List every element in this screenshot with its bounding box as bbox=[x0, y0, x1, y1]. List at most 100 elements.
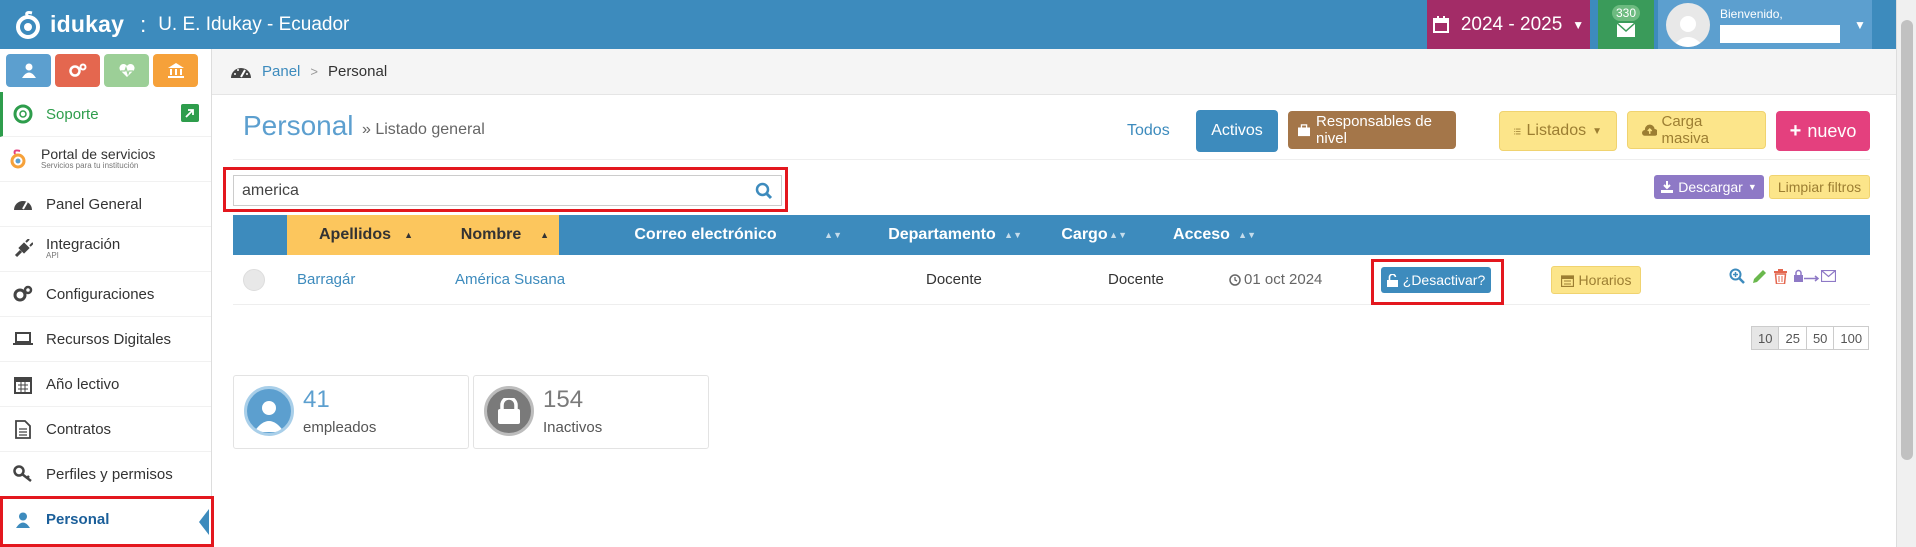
column-header-label: Acceso bbox=[1173, 226, 1230, 243]
breadcrumb: Panel > Personal bbox=[212, 49, 1896, 95]
responsables-nivel-button[interactable]: Responsables de nivel bbox=[1288, 111, 1456, 149]
column-header-label: Correo electrónico bbox=[634, 226, 777, 243]
nuevo-label: nuevo bbox=[1807, 120, 1857, 141]
dashboard-icon bbox=[11, 192, 35, 216]
sidebar-item-configuraciones[interactable]: Configuraciones bbox=[0, 272, 211, 317]
dashboard-icon bbox=[231, 68, 251, 78]
listados-dropdown-button[interactable]: Listados ▼ bbox=[1499, 111, 1617, 151]
nuevo-button[interactable]: + nuevo bbox=[1776, 111, 1870, 151]
scrollbar-thumb[interactable] bbox=[1901, 20, 1913, 460]
desactivar-button[interactable]: ¿Desactivar? bbox=[1381, 267, 1491, 293]
stat-card-inactivos[interactable]: 154 Inactivos bbox=[473, 375, 709, 449]
breadcrumb-panel-link[interactable]: Panel bbox=[262, 63, 300, 80]
clock-icon bbox=[1229, 273, 1241, 286]
year-selector[interactable]: 2024 - 2025 ▼ bbox=[1427, 0, 1590, 49]
module-users-button[interactable] bbox=[6, 54, 51, 87]
column-header-nombre[interactable]: Nombre ▲ bbox=[423, 215, 559, 255]
sort-asc-icon: ▲ bbox=[540, 230, 549, 240]
user-menu[interactable]: Bienvenido, ▼ bbox=[1658, 0, 1872, 49]
external-link-icon[interactable] bbox=[181, 104, 199, 122]
briefcase-icon bbox=[1298, 123, 1311, 136]
horarios-label: Horarios bbox=[1578, 272, 1632, 288]
column-header-cargo[interactable]: Cargo ▲▼ bbox=[1032, 215, 1137, 255]
limpiar-filtros-button[interactable]: Limpiar filtros bbox=[1769, 175, 1870, 199]
unlock-icon bbox=[1386, 273, 1398, 287]
gears-icon bbox=[11, 282, 35, 306]
messages-button[interactable]: 330 bbox=[1598, 0, 1654, 49]
module-finance-button[interactable] bbox=[153, 54, 198, 87]
user-name-redacted bbox=[1720, 24, 1840, 43]
calendar-icon bbox=[1560, 274, 1574, 287]
cell-nombre[interactable]: América Susana bbox=[455, 271, 565, 288]
cloud-upload-icon bbox=[1642, 124, 1658, 136]
column-header-correo[interactable]: Correo electrónico ▲▼ bbox=[559, 215, 852, 255]
descargar-dropdown-button[interactable]: Descargar ▼ bbox=[1654, 175, 1764, 199]
highlight-personal-outline bbox=[0, 496, 214, 547]
stat-card-empleados[interactable]: 41 empleados bbox=[233, 375, 469, 449]
app-root: idukay : U. E. Idukay - Ecuador 2024 - 2… bbox=[0, 0, 1916, 547]
column-header-acceso[interactable]: Acceso ▲▼ bbox=[1137, 215, 1266, 255]
sidebar-item-panel-general[interactable]: Panel General bbox=[0, 182, 211, 227]
user-icon bbox=[21, 63, 36, 78]
column-header-label: Apellidos bbox=[318, 226, 391, 243]
column-header-label: Nombre bbox=[460, 226, 522, 243]
sort-icon: ▲▼ bbox=[824, 230, 842, 240]
welcome-text: Bienvenido, bbox=[1720, 6, 1783, 21]
gears-icon bbox=[68, 63, 86, 77]
page-scrollbar[interactable] bbox=[1896, 0, 1916, 547]
sidebar-item-sublabel: Servicios para tu institución bbox=[41, 161, 139, 171]
pencil-icon[interactable] bbox=[1752, 269, 1767, 284]
breadcrumb-current: Personal bbox=[327, 63, 388, 80]
lock-arrow-icon[interactable] bbox=[1794, 269, 1820, 283]
search-input[interactable]: america bbox=[233, 175, 782, 206]
plus-icon: + bbox=[1789, 119, 1802, 142]
sidebar-item-soporte[interactable]: Soporte bbox=[0, 92, 211, 137]
zoom-icon[interactable] bbox=[1729, 268, 1745, 284]
sidebar-item-perfiles-permisos[interactable]: Perfiles y permisos bbox=[0, 452, 211, 497]
calendar-icon bbox=[11, 372, 35, 396]
filter-todos-link[interactable]: Todos bbox=[1127, 110, 1170, 152]
row-action-icons bbox=[1729, 268, 1836, 284]
page-size-50[interactable]: 50 bbox=[1805, 326, 1835, 350]
list-icon bbox=[1514, 128, 1521, 134]
horarios-button[interactable]: Horarios bbox=[1551, 266, 1641, 294]
sort-icon: ▲▼ bbox=[1238, 230, 1256, 240]
app-logo[interactable]: idukay : U. E. Idukay - Ecuador bbox=[14, 10, 349, 39]
sidebar-item-recursos-digitales[interactable]: Recursos Digitales bbox=[0, 317, 211, 362]
sidebar: Soporte Portal de servicios Servicios pa… bbox=[0, 49, 212, 547]
table-header: Apellidos ▲ Nombre ▲ Correo electrónico … bbox=[233, 215, 1870, 255]
page-title: Personal bbox=[243, 110, 354, 141]
cell-apellidos[interactable]: Barragár bbox=[297, 271, 355, 288]
carga-masiva-button[interactable]: Carga masiva bbox=[1627, 111, 1766, 149]
key-icon bbox=[11, 462, 35, 486]
envelope-icon[interactable] bbox=[1821, 270, 1836, 282]
divider bbox=[233, 159, 1870, 160]
page-subtitle: » Listado general bbox=[362, 121, 485, 138]
sidebar-item-label: Panel General bbox=[46, 195, 142, 213]
idukay-logo-icon bbox=[16, 10, 40, 39]
acceso-date: 01 oct 2024 bbox=[1244, 271, 1323, 288]
sidebar-item-portal-servicios[interactable]: Portal de servicios Servicios para tu in… bbox=[0, 137, 211, 182]
filter-activos-button[interactable]: Activos bbox=[1196, 110, 1278, 152]
document-icon bbox=[11, 417, 35, 441]
sidebar-item-contratos[interactable]: Contratos bbox=[0, 407, 211, 452]
year-label: 2024 - 2025 bbox=[1460, 13, 1563, 35]
search-icon[interactable] bbox=[755, 182, 773, 205]
logo-text: idukay bbox=[50, 11, 125, 37]
listados-label: Listados bbox=[1526, 122, 1587, 139]
page-size-100[interactable]: 100 bbox=[1833, 326, 1870, 350]
column-header-departamento[interactable]: Departamento ▲▼ bbox=[852, 215, 1032, 255]
desactivar-label: ¿Desactivar? bbox=[1402, 272, 1486, 288]
sidebar-item-integracion[interactable]: Integración API bbox=[0, 227, 211, 272]
sidebar-item-label: Configuraciones bbox=[46, 285, 155, 303]
page-size-25[interactable]: 25 bbox=[1778, 326, 1807, 350]
sidebar-item-ano-lectivo[interactable]: Año lectivo bbox=[0, 362, 211, 407]
module-health-button[interactable] bbox=[104, 54, 149, 87]
column-header-apellidos[interactable]: Apellidos ▲ bbox=[287, 215, 423, 255]
chevron-down-icon: ▼ bbox=[1592, 125, 1602, 137]
module-settings-button[interactable] bbox=[55, 54, 100, 87]
sidebar-item-text: Portal de servicios Servicios para tu in… bbox=[41, 147, 155, 170]
lifebuoy-icon bbox=[11, 102, 35, 126]
page-size-10[interactable]: 10 bbox=[1751, 326, 1780, 350]
trash-icon[interactable] bbox=[1774, 268, 1787, 284]
